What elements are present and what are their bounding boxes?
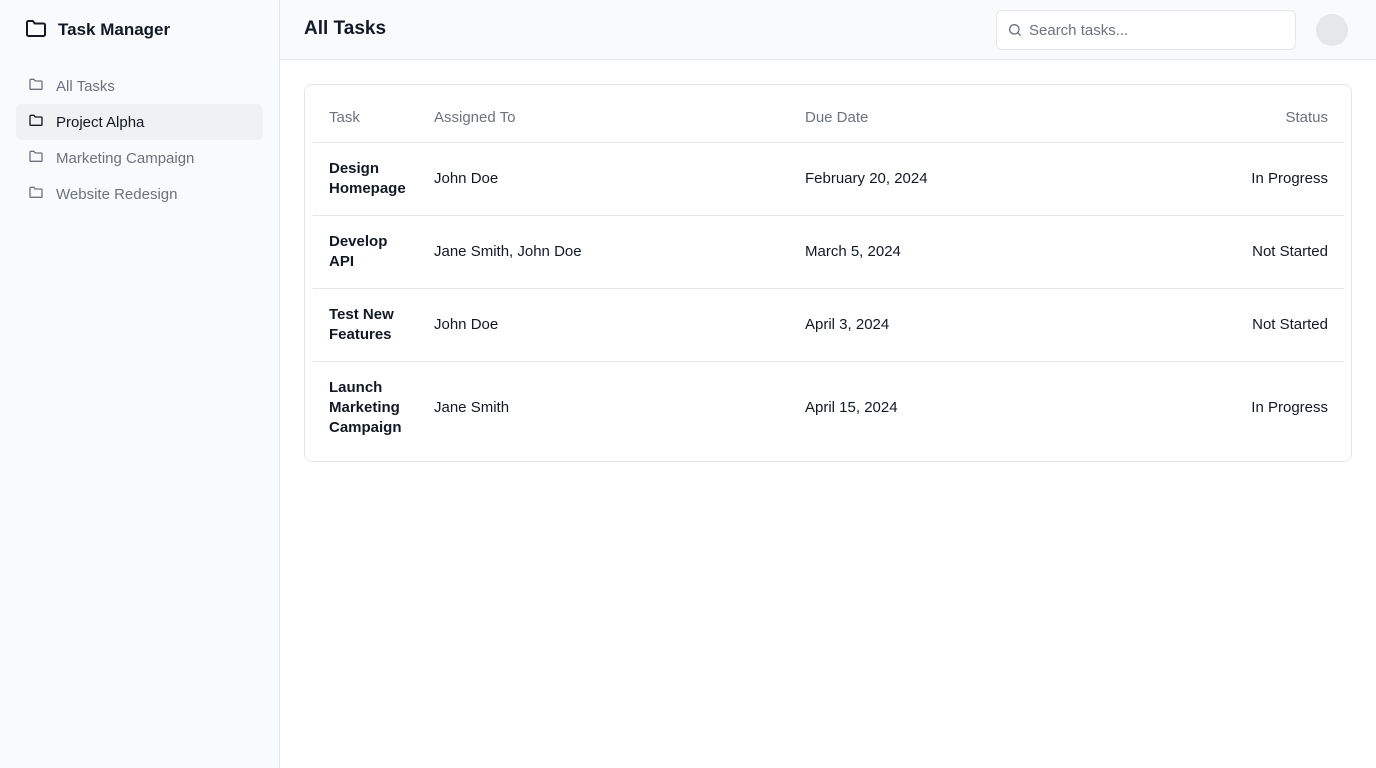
table-row[interactable]: Develop API Jane Smith, John Doe March 5… [313,215,1344,289]
task-assignee: Jane Smith, John Doe [418,215,789,289]
table-row[interactable]: Launch Marketing Campaign Jane Smith Apr… [313,361,1344,454]
sidebar-item-marketing-campaign[interactable]: Marketing Campaign [16,140,263,176]
folder-icon [24,16,48,45]
task-assignee: Jane Smith [434,398,510,416]
task-due-date: March 5, 2024 [789,215,1089,289]
task-name: Develop API [313,215,418,289]
folder-icon [28,148,44,168]
table-row[interactable]: Design Homepage John Doe February 20, 20… [313,142,1344,216]
task-assignee: John Doe [418,288,789,362]
column-header-assigned-to[interactable]: Assigned To [418,93,789,143]
task-status: Not Started [1089,215,1344,289]
sidebar-item-project-alpha[interactable]: Project Alpha [16,104,263,140]
sidebar: Task Manager All Tasks Project Alpha Mar… [0,0,280,768]
search-input[interactable] [997,11,1295,49]
top-header: All Tasks [280,0,1376,60]
task-assignee: John Doe [418,142,789,216]
folder-icon [28,184,44,204]
sidebar-item-all-tasks[interactable]: All Tasks [16,68,263,104]
column-header-status[interactable]: Status [1089,93,1344,143]
app-title: Task Manager [58,20,171,39]
task-name: Test New Features [313,288,418,362]
task-name: Design Homepage [313,142,418,216]
table-row[interactable]: Test New Features John Doe April 3, 2024… [313,288,1344,362]
task-due-date: February 20, 2024 [789,142,1089,216]
folder-icon [28,112,44,132]
sidebar-item-label: All Tasks [56,77,115,95]
app-brand[interactable]: Task Manager [24,18,170,42]
task-due-date: April 15, 2024 [805,398,898,416]
sidebar-item-label: Website Redesign [56,185,178,203]
task-status: Not Started [1089,288,1344,362]
task-status: In Progress [1251,398,1328,416]
task-due-date: April 3, 2024 [789,288,1089,362]
avatar[interactable] [1316,14,1348,46]
task-name: Launch Marketing Campaign [329,378,402,436]
sidebar-item-label: Project Alpha [56,113,145,131]
tasks-table: Task Assigned To Due Date Status Design … [313,93,1344,454]
sidebar-nav: All Tasks Project Alpha Marketing Campai… [16,68,263,212]
task-status: In Progress [1089,142,1344,216]
search-box[interactable] [996,10,1296,50]
folder-icon [28,76,44,96]
column-header-due-date[interactable]: Due Date [789,93,1089,143]
tasks-table-card: Task Assigned To Due Date Status Design … [304,84,1352,462]
column-header-task[interactable]: Task [313,93,418,143]
sidebar-item-website-redesign[interactable]: Website Redesign [16,176,263,212]
page-title: All Tasks [304,18,387,39]
sidebar-item-label: Marketing Campaign [56,149,195,167]
table-header-row: Task Assigned To Due Date Status [313,93,1344,143]
